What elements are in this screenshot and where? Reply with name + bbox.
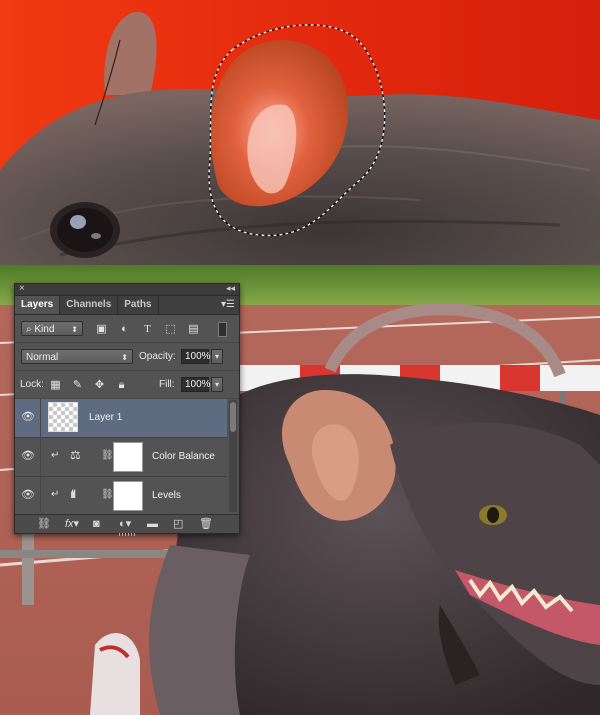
opacity-input[interactable]: 100%	[181, 349, 211, 364]
layer-mask-thumbnail[interactable]	[113, 442, 143, 472]
layer-row[interactable]: 👁︎ Layer 1	[15, 399, 227, 438]
stepper-icon: ⬍	[121, 353, 128, 362]
scrollbar-thumb[interactable]	[230, 402, 236, 432]
layers-list: 👁︎ Layer 1 👁︎ ↵ ⚖ ⛓ Color Balance 👁︎ ↵ ı…	[15, 399, 227, 512]
rat-head-photo	[0, 11, 600, 265]
eye-icon[interactable]: 👁︎	[21, 411, 35, 423]
chain-link-icon[interactable]: ⛓	[101, 450, 114, 461]
lock-row: Lock: ▦ ✎ ✥ 🔒︎ Fill: 100% ▾	[15, 371, 239, 399]
resize-grip[interactable]	[119, 533, 135, 536]
filter-smart-object-icon[interactable]: ▤	[187, 323, 200, 335]
filter-adjustment-icon[interactable]: ◐	[118, 323, 131, 335]
layer-name[interactable]: Layer 1	[89, 412, 122, 423]
layer-name[interactable]: Levels	[152, 490, 181, 501]
lock-position-icon[interactable]: ✥	[93, 379, 106, 391]
lock-image-icon[interactable]: ✎	[71, 379, 84, 391]
filter-kind-select[interactable]: ⌕ Kind ⬍	[21, 321, 83, 336]
new-adjustment-icon[interactable]: ◐▾	[119, 518, 131, 530]
collapse-icon[interactable]: ◂◂	[226, 283, 235, 294]
fill-dropdown[interactable]: ▾	[211, 377, 223, 392]
eye-icon[interactable]: 👁︎	[21, 489, 35, 501]
layers-panel: × ◂◂ Layers Channels Paths ▾☰ ⌕ Kind ⬍ ▣…	[14, 283, 240, 536]
fill-label: Fill:	[159, 379, 175, 390]
blend-row: Normal ⬍ Opacity: 100% ▾	[15, 343, 239, 371]
layer-row[interactable]: 👁︎ ↵ ⚖ ⛓ Color Balance	[15, 438, 227, 477]
layer-name[interactable]: Color Balance	[152, 451, 215, 462]
blend-mode-select[interactable]: Normal ⬍	[21, 349, 133, 364]
tab-paths[interactable]: Paths	[118, 296, 159, 314]
tab-layers[interactable]: Layers	[15, 296, 61, 314]
fill-input[interactable]: 100%	[181, 377, 211, 392]
balance-scale-icon[interactable]: ⚖	[70, 448, 81, 462]
filter-shape-icon[interactable]: ⬚	[164, 323, 177, 335]
opacity-label: Opacity:	[139, 351, 176, 362]
trash-icon[interactable]: 🗑︎	[199, 518, 213, 530]
filter-toggle[interactable]	[218, 322, 227, 337]
stepper-icon: ⬍	[71, 325, 78, 334]
lock-all-icon[interactable]: 🔒︎	[115, 379, 128, 391]
filter-pixel-icon[interactable]: ▣	[95, 323, 108, 335]
clip-arrow-icon: ↵	[51, 489, 60, 500]
layer-mask-thumbnail[interactable]	[113, 481, 143, 511]
eye-icon[interactable]: 👁︎	[21, 450, 35, 462]
folder-icon[interactable]: ▬	[147, 518, 158, 530]
canvas-top-image	[0, 0, 600, 265]
layer-thumbnail[interactable]	[48, 402, 78, 432]
layer-row[interactable]: 👁︎ ↵ ılıl ⛓ Levels	[15, 477, 227, 512]
tab-channels[interactable]: Channels	[60, 296, 119, 314]
clip-arrow-icon: ↵	[51, 450, 60, 461]
histogram-icon[interactable]: ılıl	[70, 487, 76, 501]
filter-row: ⌕ Kind ⬍ ▣ ◐ T ⬚ ▤	[15, 315, 239, 343]
lock-label: Lock:	[20, 379, 44, 390]
blend-mode-label: Normal	[26, 352, 59, 363]
panel-tabs: Layers Channels Paths ▾☰	[15, 296, 239, 315]
layers-scrollbar[interactable]	[229, 400, 237, 512]
panel-menu-icon[interactable]: ▾☰	[221, 299, 235, 311]
panel-bottom-toolbar: ⛓ fx▾ ◙ ◐▾ ▬ ◰ 🗑︎	[15, 514, 239, 536]
link-icon[interactable]: ⛓	[37, 518, 51, 530]
new-layer-icon[interactable]: ◰	[173, 518, 183, 530]
search-icon: ⌕	[26, 324, 32, 335]
lock-transparent-icon[interactable]: ▦	[49, 379, 62, 391]
add-mask-icon[interactable]: ◙	[93, 518, 100, 530]
chain-link-icon[interactable]: ⛓	[101, 489, 114, 500]
filter-kind-label: Kind	[34, 324, 55, 335]
panel-titlebar[interactable]: × ◂◂	[15, 283, 239, 296]
close-icon[interactable]: ×	[19, 283, 25, 294]
filter-type-icon[interactable]: T	[141, 323, 154, 335]
opacity-dropdown[interactable]: ▾	[211, 349, 223, 364]
fx-icon[interactable]: fx▾	[65, 518, 79, 530]
